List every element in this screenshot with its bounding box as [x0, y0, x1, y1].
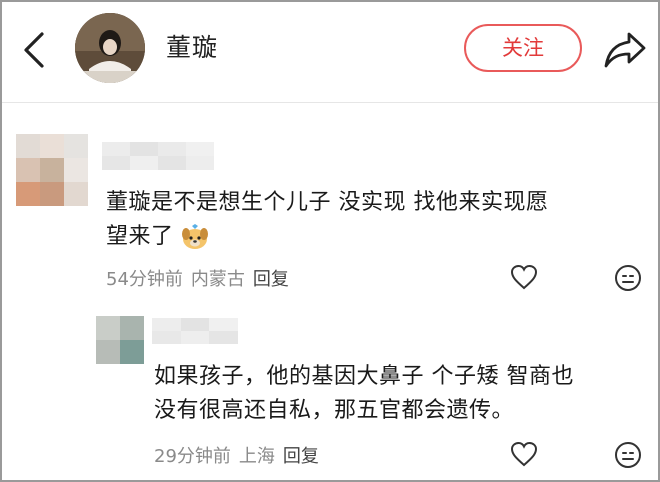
comment-time: 54分钟前 [106, 269, 183, 290]
reply-meta: 29分钟前 上海 回复 [154, 442, 319, 468]
app-frame: 董璇 关注 董璇是不是想生个儿子 没实现 找他来实现愿 望来了 54分钟前 内蒙… [0, 0, 660, 482]
reply-text: 如果孩子，他的基因大鼻子 个子矮 智商也 没有很高还自私，那五官都会遗传。 [154, 360, 574, 428]
reply-button[interactable]: 回复 [283, 442, 319, 468]
reply-button[interactable]: 回复 [253, 265, 289, 291]
comment-text-line: 望来了 [106, 220, 549, 254]
react-emoji-button[interactable] [614, 264, 642, 296]
comment-text-tail: 望来了 [106, 224, 174, 249]
like-button[interactable] [510, 264, 538, 294]
dog-emoji-icon [182, 224, 209, 249]
reply-time: 29分钟前 [154, 446, 231, 467]
author-avatar[interactable] [75, 13, 145, 83]
header-divider [2, 102, 658, 103]
reply-text-line: 如果孩子，他的基因大鼻子 个子矮 智商也 [154, 364, 574, 389]
react-emoji-button[interactable] [614, 441, 642, 473]
like-button[interactable] [510, 441, 538, 471]
follow-button[interactable]: 关注 [464, 24, 582, 72]
comment-location: 内蒙古 [190, 269, 245, 290]
reply-text-line: 没有很高还自私，那五官都会遗传。 [154, 398, 515, 423]
reply-location: 上海 [238, 446, 275, 467]
back-button[interactable] [16, 28, 56, 72]
commenter-name-blurred[interactable] [102, 142, 214, 170]
smiley-icon [615, 442, 641, 468]
comment-text-line: 董璇是不是想生个儿子 没实现 找他来实现愿 [106, 190, 549, 215]
back-chevron-icon [24, 32, 44, 68]
commenter-avatar-blurred[interactable] [16, 134, 88, 206]
share-button[interactable] [602, 28, 648, 70]
avatar-photo [75, 13, 145, 83]
replier-name-blurred[interactable] [152, 318, 238, 344]
author-name[interactable]: 董璇 [166, 28, 218, 64]
comment-text: 董璇是不是想生个儿子 没实现 找他来实现愿 望来了 [106, 186, 549, 254]
top-bar: 董璇 关注 [2, 2, 658, 98]
heart-outline-icon [510, 264, 538, 290]
share-arrow-icon [604, 32, 646, 68]
smiley-icon [615, 265, 641, 291]
heart-outline-icon [510, 441, 538, 467]
replier-avatar-blurred[interactable] [96, 316, 144, 364]
comment-meta: 54分钟前 内蒙古 回复 [106, 265, 289, 291]
